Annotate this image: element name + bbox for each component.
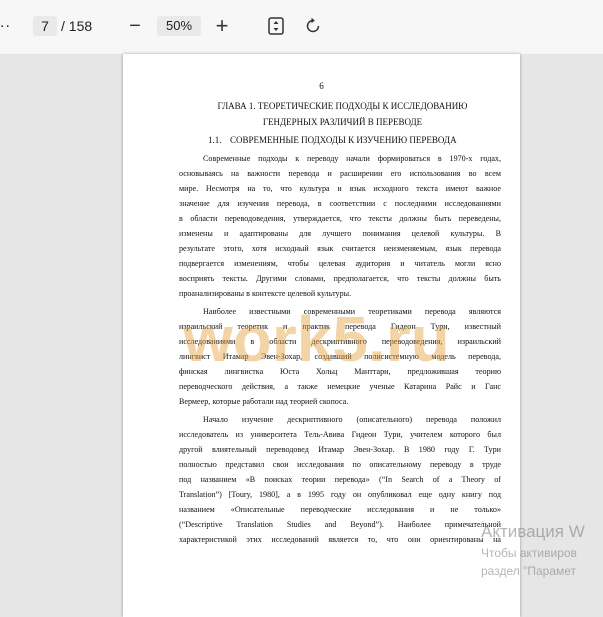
text-line: другой влиятельный переводовед Итамар Эв… — [179, 445, 501, 454]
section-heading: 1.1. СОВРЕМЕННЫЕ ПОДХОДЫ К ИЗУЧЕНИЮ ПЕРЕВ… — [208, 135, 457, 145]
text-line: Начало изучение дескриптивного (описател… — [203, 415, 501, 424]
section-number: 1.1. — [208, 135, 222, 145]
fit-page-icon — [268, 17, 284, 35]
windows-activation-notice: Активация W Чтобы активиров раздел "Пара… — [481, 520, 585, 580]
chapter-heading-line-1: ГЛАВА 1. ТЕОРЕТИЧЕСКИЕ ПОДХОДЫ К ИССЛЕДО… — [217, 101, 468, 111]
overflow-glyph[interactable]: .. — [0, 14, 11, 32]
zoom-out-button[interactable]: − — [124, 14, 146, 38]
rotate-button[interactable] — [303, 16, 323, 36]
text-line: переводческого действия, а также немецки… — [179, 382, 501, 391]
text-line: результате этого, хотя исходный язык счи… — [179, 244, 501, 253]
activation-line-2: раздел "Парамет — [481, 564, 576, 578]
text-line: под названием «В поисках теории перевода… — [179, 475, 501, 484]
chapter-heading-line-2: ГЕНДЕРНЫХ РАЗЛИЧИЙ В ПЕРЕВОДЕ — [262, 117, 423, 127]
text-line: характеристикой этих исследований являет… — [179, 535, 501, 544]
page-number: 6 — [319, 81, 324, 91]
rotate-icon — [306, 17, 320, 33]
text-line: значение для изучения перевода, в соотве… — [179, 199, 501, 208]
text-line: Вермеер, которые работали над теорией ск… — [179, 397, 349, 406]
text-line: мире. Несмотря на то, что культура и язы… — [179, 184, 501, 193]
fit-page-button[interactable] — [266, 16, 286, 36]
zoom-in-button[interactable]: + — [211, 14, 233, 38]
activation-line-1: Чтобы активиров — [481, 546, 577, 560]
watermark: work5.ru — [183, 303, 450, 375]
text-line: (“Descriptive Translation Studies and Be… — [179, 520, 501, 529]
text-line: изменены и адаптированы для лучшего пони… — [179, 229, 501, 238]
text-line: проанализированы в контексте целевой кул… — [179, 289, 352, 298]
page-number-input[interactable]: 7 — [33, 16, 57, 36]
zoom-level-field[interactable]: 50% — [157, 16, 201, 36]
text-line: в области переводоведения, утверждается,… — [179, 214, 501, 223]
document-page: 6 ГЛАВА 1. ТЕОРЕТИЧЕСКИЕ ПОДХОДЫ К ИССЛЕ… — [123, 54, 520, 617]
text-line: восприять тексты. Другими словами, предп… — [179, 274, 501, 283]
text-line: Translation”) [Toury, 1980], а в 1995 го… — [179, 490, 501, 499]
text-line: Современные подходы к переводу начали фо… — [203, 154, 501, 163]
text-line: исследователь из университета Тель-Авива… — [179, 430, 501, 439]
text-line: полностью представил свои исследования п… — [179, 460, 501, 469]
text-line: подвергается изменениям, чтобы целевая а… — [179, 259, 501, 268]
activation-title: Активация W — [481, 522, 585, 541]
pdf-toolbar: .. 7 / 158 − 50% + — [0, 0, 603, 54]
page-total-label: / 158 — [61, 18, 93, 34]
text-line: основываясь на важности перевода и расши… — [179, 169, 501, 178]
section-title: СОВРЕМЕННЫЕ ПОДХОДЫ К ИЗУЧЕНИЮ ПЕРЕВОДА — [230, 135, 457, 145]
text-line: названием «Описательные переводческие ис… — [179, 505, 501, 514]
